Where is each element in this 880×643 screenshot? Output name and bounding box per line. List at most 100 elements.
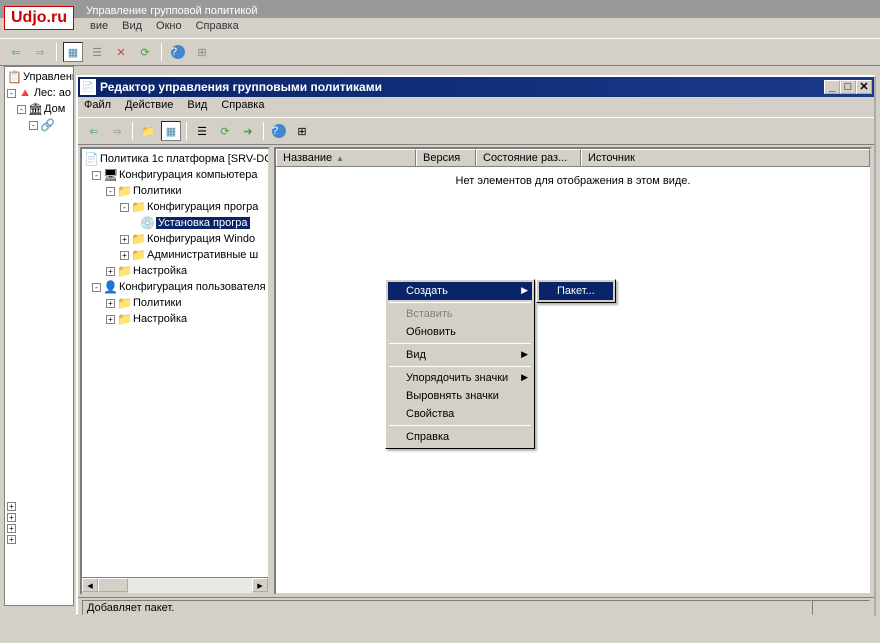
outer-menu-help[interactable]: Справка [196,20,239,36]
tree-admin-templates[interactable]: + 📁 Административные ш [84,247,266,263]
policy-tree-panel: 📄 Политика 1с платформа [SRV-DC - 🖥 Конф… [80,147,270,595]
tree-settings[interactable]: + 📁 Настройка [84,263,266,279]
expand-icon[interactable]: + [106,299,115,308]
tree-windows-config[interactable]: + 📁 Конфигурация Windo [84,231,266,247]
scroll-right-button[interactable]: ▸ [252,578,268,592]
help-button[interactable]: ? [269,121,289,141]
tree-stub[interactable]: + [7,501,16,512]
tree-user-config[interactable]: - 👤 Конфигурация пользователя [84,279,266,295]
tree-hscroll[interactable]: ◂ ▸ [82,577,268,593]
scroll-thumb[interactable] [98,578,128,592]
col-version[interactable]: Версия [416,149,476,166]
up-button[interactable]: 📁 [138,121,158,141]
properties-button[interactable]: ☰ [192,121,212,141]
tree-policy-root[interactable]: 📄 Политика 1с платформа [SRV-DC [84,151,266,167]
tree-sub[interactable]: - 🔗 [7,117,71,133]
tree-label: Конфигурация Windo [147,233,255,245]
tree-policies[interactable]: - 📁 Политики [84,183,266,199]
export-icon: ➜ [243,125,252,138]
expand-icon[interactable]: + [120,235,129,244]
options-button[interactable]: ⊞ [292,121,312,141]
outer-menu-action[interactable]: вие [90,20,108,36]
forward-button[interactable]: ⇒ [107,121,127,141]
tree-root[interactable]: 📋 Управление [7,69,71,85]
expand-icon[interactable]: + [120,251,129,260]
outer-tree-panel: 📋 Управление - 🔺 Лес: ao - 🏛 Дом - 🔗 + +… [4,66,74,606]
expand-icon[interactable]: + [106,315,115,324]
cm-help[interactable]: Справка [388,428,532,446]
cm-align[interactable]: Выровнять значки [388,387,532,405]
properties-button[interactable]: ☰ [87,42,107,62]
expand-icon[interactable]: + [7,513,16,522]
show-tree-button[interactable]: ▦ [161,121,181,141]
expand-icon[interactable]: + [7,524,16,533]
outer-menu-view[interactable]: Вид [122,20,142,36]
tree-label: Административные ш [147,249,258,261]
tree-label: Конфигурация програ [147,201,258,213]
minimize-button[interactable]: _ [824,80,840,94]
collapse-icon[interactable]: - [106,187,115,196]
menu-file[interactable]: Файл [84,99,111,115]
forward-button[interactable]: ⇒ [30,42,50,62]
cm-arrange[interactable]: Упорядочить значки ▶ [388,369,532,387]
menu-action[interactable]: Действие [125,99,173,115]
tree-stub[interactable]: + [7,512,16,523]
tree-domain[interactable]: - 🏛 Дом [7,101,71,117]
col-state[interactable]: Состояние раз... [476,149,581,166]
cm-label: Обновить [406,326,456,338]
cm-package[interactable]: Пакет... [539,282,613,300]
toolbar-separator [263,122,264,140]
scroll-left-button[interactable]: ◂ [82,578,98,592]
col-name[interactable]: Название ▲ [276,149,416,166]
delete-button[interactable]: ✕ [111,42,131,62]
tree-icon: ▦ [166,125,176,138]
cm-properties[interactable]: Свойства [388,405,532,423]
menu-view[interactable]: Вид [187,99,207,115]
collapse-icon[interactable]: - [17,105,26,114]
refresh-button[interactable]: ⟳ [215,121,235,141]
refresh-button[interactable]: ⟳ [135,42,155,62]
expand-icon[interactable]: + [7,502,16,511]
col-source[interactable]: Источник [581,149,870,166]
collapse-icon[interactable]: - [92,283,101,292]
tree-stub[interactable]: + [7,523,16,534]
gpmc-icon: 📋 [7,70,21,84]
tree-software-config[interactable]: - 📁 Конфигурация програ [84,199,266,215]
tree-user-policies[interactable]: + 📁 Политики [84,295,266,311]
tree-software-install[interactable]: 💿 Установка програ [84,215,266,231]
tree-stub[interactable]: + [7,534,16,545]
cm-create[interactable]: Создать ▶ [388,282,532,300]
scroll-track[interactable] [128,578,252,593]
help-button[interactable]: ? [168,42,188,62]
cm-view[interactable]: Вид ▶ [388,346,532,364]
cm-label: Вставить [406,308,453,320]
maximize-button[interactable]: □ [840,80,856,94]
collapse-icon[interactable]: - [120,203,129,212]
tree-forest-label: Лес: ao [34,87,71,99]
collapse-icon[interactable]: - [29,121,38,130]
collapse-icon[interactable]: - [7,89,16,98]
expand-icon[interactable]: + [7,535,16,544]
export-button[interactable]: ➜ [238,121,258,141]
outer-toolbar: ⇐ ⇒ ▦ ☰ ✕ ⟳ ? ⊞ [0,38,880,66]
outer-menu-window[interactable]: Окно [156,20,182,36]
tree-forest[interactable]: - 🔺 Лес: ao [7,85,71,101]
tree-user-settings[interactable]: + 📁 Настройка [84,311,266,327]
menu-help[interactable]: Справка [221,99,264,115]
folder-icon: 📁 [117,296,131,310]
tree-computer-config[interactable]: - 🖥 Конфигурация компьютера [84,167,266,183]
options-button[interactable]: ⊞ [192,42,212,62]
back-button[interactable]: ⇐ [6,42,26,62]
refresh-icon: ⟳ [140,46,149,59]
back-button[interactable]: ⇐ [84,121,104,141]
status-grip [812,600,870,615]
show-tree-button[interactable]: ▦ [63,42,83,62]
cm-label: Создать [406,285,448,297]
close-button[interactable]: ✕ [856,80,872,94]
expand-icon[interactable]: + [106,267,115,276]
collapse-icon[interactable]: - [92,171,101,180]
cm-refresh[interactable]: Обновить [388,323,532,341]
inner-title-bar[interactable]: 📄 Редактор управления групповыми политик… [78,77,874,97]
folder-icon: 📁 [117,264,131,278]
submenu-arrow-icon: ▶ [521,372,528,383]
